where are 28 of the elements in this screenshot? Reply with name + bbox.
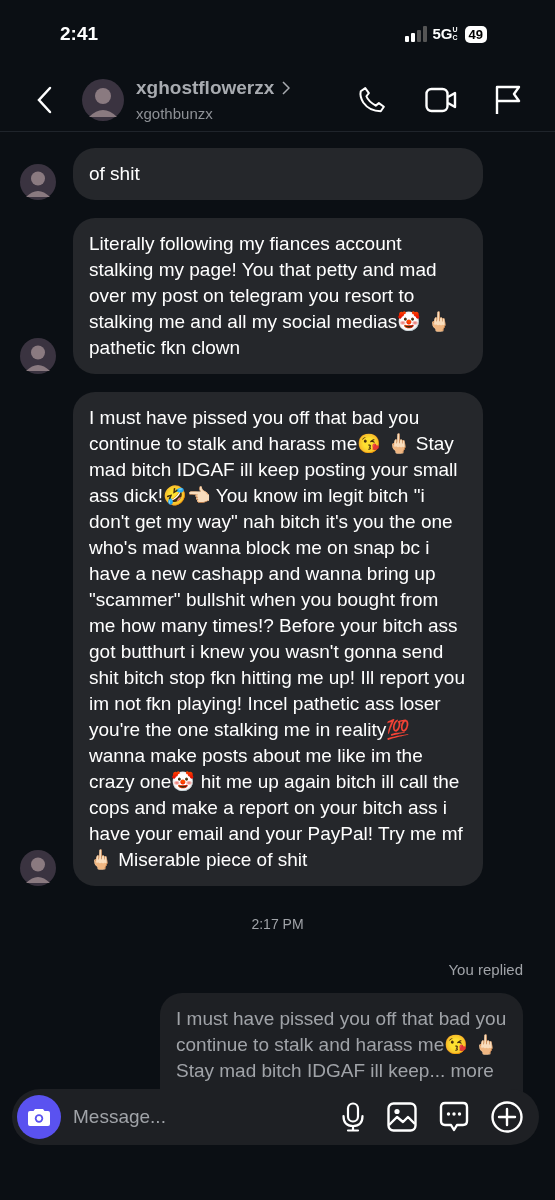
contact-username: xgothbunzx: [136, 103, 214, 124]
back-icon[interactable]: [36, 85, 52, 114]
message-composer[interactable]: Message...: [12, 1089, 539, 1145]
avatar[interactable]: [82, 78, 124, 121]
sender-avatar[interactable]: [20, 849, 56, 886]
more-link[interactable]: more: [445, 1060, 494, 1081]
chat-icon[interactable]: [439, 1101, 469, 1133]
chevron-icon: [282, 81, 291, 96]
timestamp: 2:17 PM: [251, 914, 304, 934]
camera-button[interactable]: [17, 1095, 61, 1139]
battery-level: 49: [464, 25, 487, 43]
flag-icon[interactable]: [495, 84, 521, 115]
microphone-icon[interactable]: [341, 1102, 365, 1132]
video-call-icon[interactable]: [425, 85, 457, 114]
add-icon[interactable]: [491, 1101, 523, 1133]
received-message: I must have pissed you off that bad you continue to stalk and harass me😘 🖕🏻 Stay mad bitch IDGAF ill keep posting your small ass dick!🤣👈🏻 You know im legit bitch "i don't get my way" nah bitch it's you the one who's mad wanna block me on snap bc i have a new cashapp and wanna bring up "scammer" bullshit when you bought from me how many times!? Before your bitch ass got butthurt i knew you wasn't gonna send shit bitch stop fkn hitting me up! Ill report you im not fkn playing! Incel pathetic ass loser you're the one stalking me in reality💯 wanna make posts about me like im the crazy one🤡 hit me up again bitch ill call the cops and make a report on your bitch ass i have your email and your PayPal! Try me mf 🖕🏻 Miserable piece of shit: [73, 391, 483, 886]
signal-icon: [404, 26, 427, 42]
network-label: 5G: [432, 23, 453, 44]
received-message: Literally following my fiances account stalking my page! You that petty and mad over my post on telegram you resort to stalking me and all my social medias🤡 🖕🏻 pathetic fkn clown: [73, 217, 483, 374]
phone-icon[interactable]: [357, 84, 387, 115]
reply-label: You replied: [448, 959, 523, 980]
camera-icon: [27, 1107, 51, 1127]
image-icon[interactable]: [387, 1102, 417, 1132]
status-time: 2:41: [60, 21, 99, 46]
received-message: of shit: [73, 147, 483, 200]
sender-avatar[interactable]: [20, 163, 56, 200]
sender-avatar[interactable]: [20, 337, 56, 374]
contact-name[interactable]: xghostflowerzx: [136, 74, 275, 103]
